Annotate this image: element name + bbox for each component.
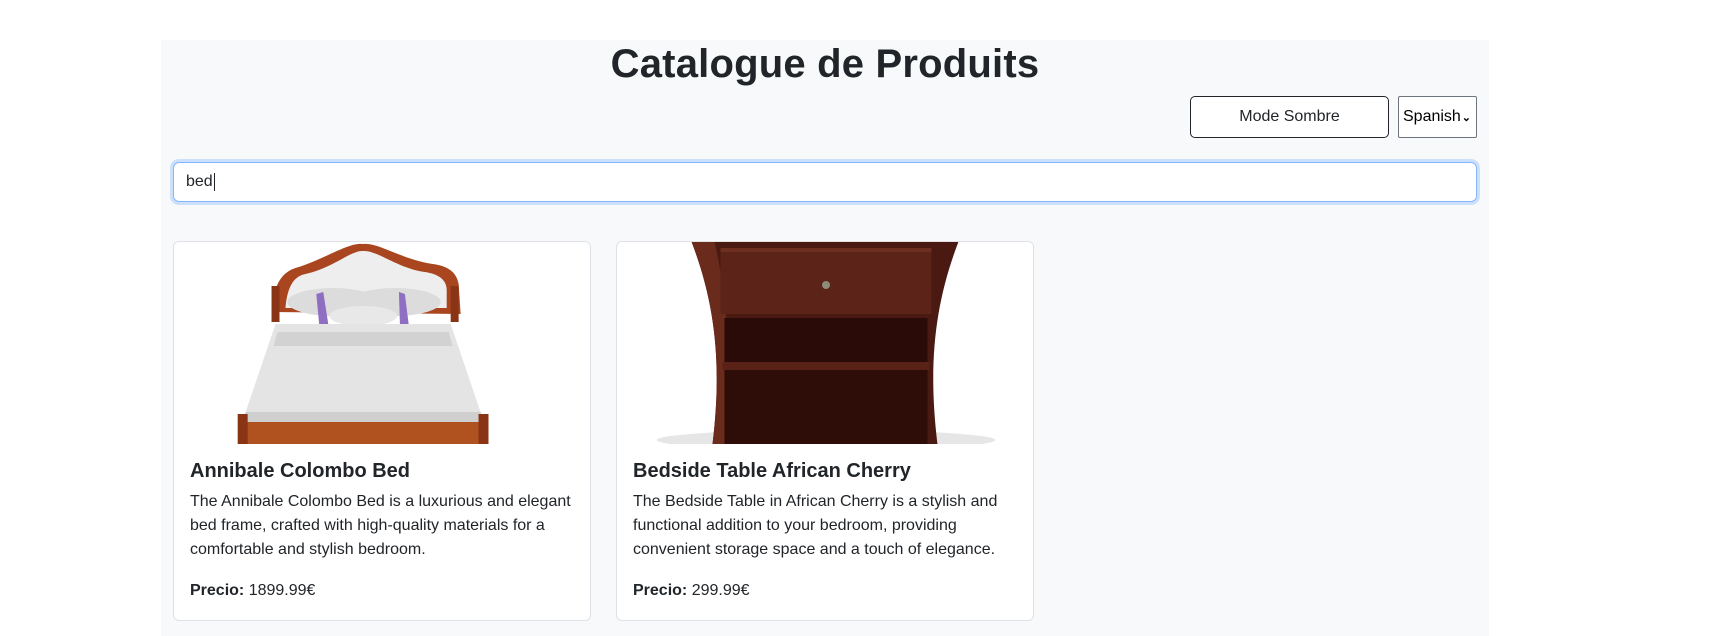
product-name: Annibale Colombo Bed: [190, 460, 410, 482]
price-label: Precio:: [190, 582, 245, 599]
search-input[interactable]: bed: [173, 162, 1477, 202]
price-value: 1899.99€: [248, 582, 316, 599]
product-card[interactable]: Bedside Table African Cherry The Bedside…: [616, 241, 1034, 621]
dark-mode-button[interactable]: Mode Sombre: [1190, 96, 1389, 138]
product-name: Bedside Table African Cherry: [633, 460, 911, 482]
product-description: The Annibale Colombo Bed is a luxurious …: [190, 493, 571, 558]
product-grid: Annibale Colombo Bed The Annibale Colomb…: [173, 241, 1034, 621]
price-label: Precio:: [633, 582, 688, 599]
product-price: Precio: 1899.99€: [190, 582, 315, 600]
language-select-value: Spanish: [1403, 108, 1461, 125]
chevron-down-icon: ⌄: [1461, 111, 1471, 124]
page-title: Catalogue de Produits: [610, 42, 1040, 86]
product-description: The Bedside Table in African Cherry is a…: [633, 493, 998, 558]
catalog-page: Catalogue de Produits Mode Sombre Spanis…: [161, 40, 1489, 636]
price-value: 299.99€: [691, 582, 750, 599]
language-select[interactable]: Spanish ⌄: [1398, 96, 1477, 138]
text-caret: [213, 173, 215, 191]
search-input-value: bed: [186, 173, 213, 190]
product-price: Precio: 299.99€: [633, 582, 750, 600]
product-card[interactable]: Annibale Colombo Bed The Annibale Colomb…: [173, 241, 591, 621]
header-controls: Mode Sombre Spanish ⌄: [1190, 96, 1477, 138]
product-image-bedside-table: [617, 242, 1033, 444]
product-image-bed: [174, 242, 590, 444]
